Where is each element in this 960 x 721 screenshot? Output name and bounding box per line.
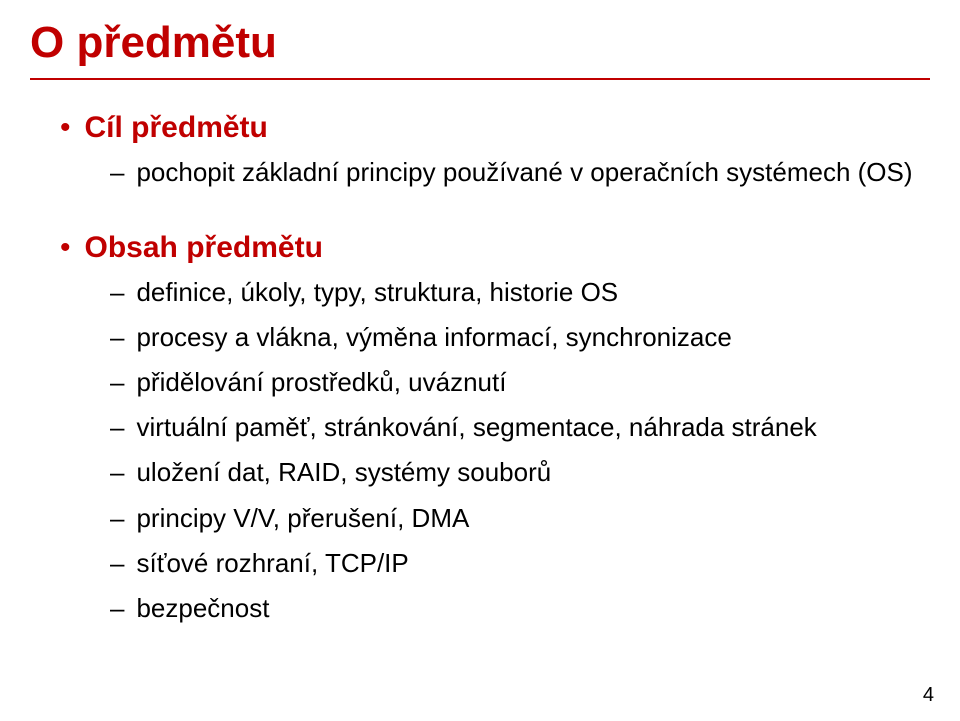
list-item: – definice, úkoly, typy, struktura, hist… (110, 275, 930, 310)
page-number: 4 (923, 684, 934, 707)
dash-icon: – (110, 410, 124, 445)
dash-icon: – (110, 501, 124, 536)
list-item-text: uložení dat, RAID, systémy souborů (136, 455, 551, 490)
slide-title: O předmětu (30, 18, 930, 68)
list-item: – uložení dat, RAID, systémy souborů (110, 455, 930, 490)
dash-icon: – (110, 455, 124, 490)
list-item-text: bezpečnost (136, 591, 269, 626)
dash-icon: – (110, 155, 124, 190)
list-item-text: definice, úkoly, typy, struktura, histor… (136, 275, 618, 310)
list-item: – pochopit základní principy používané v… (110, 155, 930, 190)
list-item-text: principy V/V, přerušení, DMA (136, 501, 469, 536)
slide-content: • Cíl předmětu – pochopit základní princ… (30, 108, 930, 626)
title-underline (30, 78, 930, 80)
list-item: – virtuální paměť, stránkování, segmenta… (110, 410, 930, 445)
dash-icon: – (110, 275, 124, 310)
slide-container: O předmětu • Cíl předmětu – pochopit zák… (0, 0, 960, 721)
bullet-icon: • (60, 108, 71, 147)
list-item-text: přidělování prostředků, uváznutí (136, 365, 506, 400)
list-item: – přidělování prostředků, uváznutí (110, 365, 930, 400)
dash-icon: – (110, 591, 124, 626)
section-gap (60, 200, 930, 228)
list-item-text: virtuální paměť, stránkování, segmentace… (136, 410, 816, 445)
list-item: – procesy a vlákna, výměna informací, sy… (110, 320, 930, 355)
bullet-icon: • (60, 228, 71, 267)
list-item: – bezpečnost (110, 591, 930, 626)
section-heading: • Obsah předmětu (60, 228, 930, 267)
list-item-text: síťové rozhraní, TCP/IP (136, 546, 408, 581)
list-item-text: pochopit základní principy používané v o… (136, 155, 912, 190)
section-heading-text: Obsah předmětu (85, 228, 323, 267)
dash-icon: – (110, 546, 124, 581)
list-item: – principy V/V, přerušení, DMA (110, 501, 930, 536)
dash-icon: – (110, 365, 124, 400)
list-item: – síťové rozhraní, TCP/IP (110, 546, 930, 581)
list-item-text: procesy a vlákna, výměna informací, sync… (136, 320, 731, 355)
section-heading-text: Cíl předmětu (85, 108, 268, 147)
section-heading: • Cíl předmětu (60, 108, 930, 147)
dash-icon: – (110, 320, 124, 355)
